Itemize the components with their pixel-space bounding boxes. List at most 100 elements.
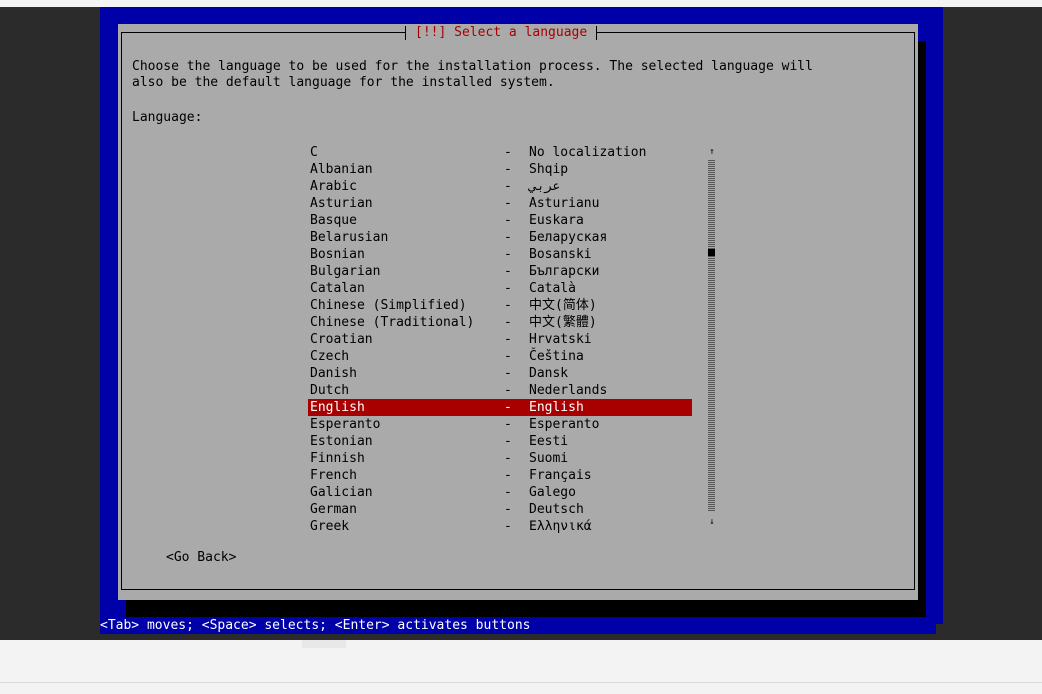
language-option-english[interactable]: English - English <box>308 399 692 416</box>
language-native-name: Shqip <box>529 162 569 177</box>
language-option-croatian[interactable]: Croatian - Hrvatski <box>308 331 692 348</box>
dialog-instruction: Choose the language to be used for the i… <box>132 59 813 90</box>
language-option-chinese-traditional[interactable]: Chinese (Traditional) - 中文(繁體) <box>308 314 692 331</box>
language-name: Estonian <box>310 434 373 449</box>
language-native-name: عربي <box>529 179 561 194</box>
language-name: Greek <box>310 519 350 534</box>
language-separator: - <box>504 366 512 381</box>
language-option-greek[interactable]: Greek - Ελληνικά <box>308 518 692 535</box>
language-separator: - <box>504 264 512 279</box>
language-option-galician[interactable]: Galician - Galego <box>308 484 692 501</box>
language-name: English <box>310 400 365 415</box>
language-name: Bulgarian <box>310 264 381 279</box>
language-separator: - <box>504 247 512 262</box>
language-separator: - <box>504 213 512 228</box>
language-name: Catalan <box>310 281 365 296</box>
language-name: Czech <box>310 349 350 364</box>
language-native-name: Deutsch <box>529 502 584 517</box>
language-option-french[interactable]: French - Français <box>308 467 692 484</box>
language-option-german[interactable]: German - Deutsch <box>308 501 692 518</box>
language-option-dutch[interactable]: Dutch - Nederlands <box>308 382 692 399</box>
language-separator: - <box>504 502 512 517</box>
language-native-name: Català <box>529 281 576 296</box>
language-option-c[interactable]: C - No localization <box>308 144 692 161</box>
language-native-name: No localization <box>529 145 647 160</box>
language-separator: - <box>504 383 512 398</box>
language-separator: - <box>504 468 512 483</box>
language-native-name: Dansk <box>529 366 569 381</box>
bottom-divider <box>0 682 1042 683</box>
language-separator: - <box>504 519 512 534</box>
language-option-bosnian[interactable]: Bosnian - Bosanski <box>308 246 692 263</box>
language-name: Finnish <box>310 451 365 466</box>
language-separator: - <box>504 315 512 330</box>
language-name: C <box>310 145 318 160</box>
go-back-button[interactable]: <Go Back> <box>166 550 236 566</box>
language-separator: - <box>504 298 512 313</box>
language-separator: - <box>504 196 512 211</box>
language-name: Croatian <box>310 332 373 347</box>
language-name: Asturian <box>310 196 373 211</box>
language-native-name: English <box>529 400 584 415</box>
language-name: Danish <box>310 366 357 381</box>
language-native-name: Беларуская <box>529 230 608 245</box>
language-native-name: Eesti <box>529 434 569 449</box>
language-option-esperanto[interactable]: Esperanto - Esperanto <box>308 416 692 433</box>
language-separator: - <box>504 349 512 364</box>
language-name: German <box>310 502 357 517</box>
scroll-up-arrow-icon[interactable]: ↑ <box>705 146 719 158</box>
language-name: Bosnian <box>310 247 365 262</box>
language-name: Dutch <box>310 383 350 398</box>
language-separator: - <box>504 230 512 245</box>
language-option-bulgarian[interactable]: Bulgarian - Български <box>308 263 692 280</box>
scrollbar-track[interactable] <box>708 159 715 511</box>
language-native-name: Galego <box>529 485 576 500</box>
language-native-name: Hrvatski <box>529 332 592 347</box>
bottom-page-tab <box>302 640 346 648</box>
language-name: Chinese (Simplified) <box>310 298 467 313</box>
language-native-name: Bosanski <box>529 247 592 262</box>
select-language-dialog: [!!] Select a language Choose the langua… <box>118 24 918 600</box>
language-separator: - <box>504 162 512 177</box>
language-option-estonian[interactable]: Estonian - Eesti <box>308 433 692 450</box>
language-native-name: Français <box>529 468 592 483</box>
language-separator: - <box>504 145 512 160</box>
language-name: Chinese (Traditional) <box>310 315 475 330</box>
language-name: Galician <box>310 485 373 500</box>
language-option-arabic[interactable]: Arabic - عربي <box>308 178 692 195</box>
language-native-name: Suomi <box>529 451 569 466</box>
language-native-name: Ελληνικά <box>529 519 592 534</box>
language-native-name: Nederlands <box>529 383 608 398</box>
language-option-albanian[interactable]: Albanian - Shqip <box>308 161 692 178</box>
language-separator: - <box>504 179 512 194</box>
language-native-name: 中文(繁體) <box>529 315 597 330</box>
language-option-danish[interactable]: Danish - Dansk <box>308 365 692 382</box>
language-name: Esperanto <box>310 417 381 432</box>
language-name: Belarusian <box>310 230 389 245</box>
language-option-finnish[interactable]: Finnish - Suomi <box>308 450 692 467</box>
dialog-title: [!!] Select a language <box>405 24 598 42</box>
language-name: Albanian <box>310 162 373 177</box>
language-separator: - <box>504 451 512 466</box>
language-native-name: Euskara <box>529 213 584 228</box>
language-list[interactable]: C - No localization Albanian - Shqip Arabic - عر… <box>308 144 692 535</box>
language-separator: - <box>504 417 512 432</box>
scrollbar-thumb[interactable] <box>708 249 715 256</box>
scroll-down-arrow-icon[interactable]: ↓ <box>705 516 719 528</box>
language-native-name: Čeština <box>529 349 584 364</box>
status-bar-help: <Tab> moves; <Space> selects; <Enter> ac… <box>100 618 936 634</box>
language-native-name: 中文(简体) <box>529 298 597 313</box>
language-option-belarusian[interactable]: Belarusian - Беларуская <box>308 229 692 246</box>
language-name: Basque <box>310 213 357 228</box>
language-separator: - <box>504 485 512 500</box>
language-name: French <box>310 468 357 483</box>
page-top-strip <box>0 0 1042 7</box>
language-separator: - <box>504 400 512 415</box>
language-separator: - <box>504 434 512 449</box>
language-option-czech[interactable]: Czech - Čeština <box>308 348 692 365</box>
language-option-chinese-simplified[interactable]: Chinese (Simplified) - 中文(简体) <box>308 297 692 314</box>
language-option-basque[interactable]: Basque - Euskara <box>308 212 692 229</box>
language-option-catalan[interactable]: Catalan - Català <box>308 280 692 297</box>
language-list-scrollbar[interactable]: ↑ ↓ <box>705 144 719 528</box>
language-option-asturian[interactable]: Asturian - Asturianu <box>308 195 692 212</box>
